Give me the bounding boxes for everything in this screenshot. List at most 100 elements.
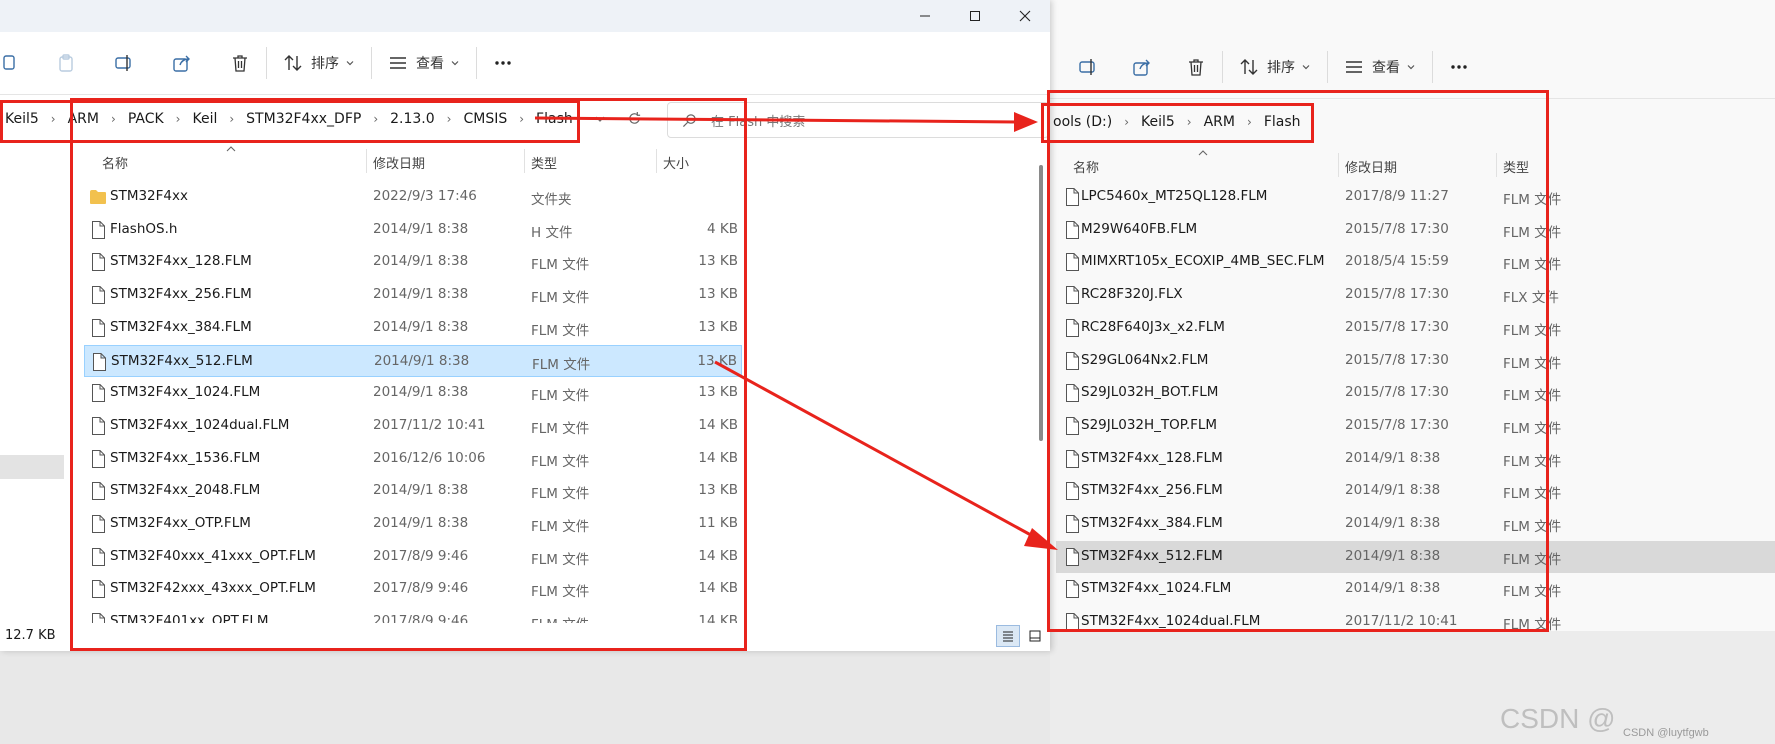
share-button[interactable] [1124, 49, 1160, 85]
view-button[interactable]: 查看 [380, 45, 468, 81]
address-bar[interactable]: Keil5 › ARM › PACK › Keil › STM32F4xx_DFP › 2.13.0… [2, 102, 576, 136]
file-icon [1066, 416, 1079, 435]
file-date: 2017/11/2 10:41 [1345, 613, 1458, 630]
breadcrumb-chevron-icon[interactable]: › [229, 112, 234, 126]
file-size: 14 KB [698, 547, 738, 564]
file-row[interactable]: STM32F401xx_OPT.FLM 2017/8/9 9:46 FLM 文件 14… [84, 606, 742, 623]
file-row[interactable]: STM32F4xx_1024.FLM 2014/9/1 8:38 FLM 文件 13 … [84, 377, 742, 409]
file-row[interactable]: STM32F4xx_1024.FLM 2014/9/1 8:38 FLM 文件 [1056, 573, 1775, 605]
file-row[interactable]: RC28F320J.FLX 2015/7/8 17:30 FLX 文件 [1056, 279, 1775, 311]
share-icon [173, 55, 190, 72]
column-header-type[interactable]: 类型 [531, 153, 557, 172]
file-row[interactable]: STM32F4xx_512.FLM 2014/9/1 8:38 FLM 文件 13 K… [84, 344, 742, 377]
file-name: RC28F640J3x_x2.FLM [1081, 318, 1225, 335]
breadcrumb-chevron-icon[interactable]: › [1124, 115, 1129, 129]
file-row[interactable]: STM32F4xx_1024dual.FLM 2017/11/2 10:41 FLM… [1056, 606, 1775, 631]
nav-pane-selected-item[interactable] [0, 455, 64, 479]
file-row[interactable]: STM32F4xx_256.FLM 2014/9/1 8:38 FLM 文件 13 K… [84, 279, 742, 311]
address-bar[interactable]: ools (D:) › Keil5 › ARM › Flash [1050, 105, 1304, 139]
file-row[interactable]: STM32F4xx_512.FLM 2014/9/1 8:38 FLM 文件 [1056, 540, 1775, 573]
file-row[interactable]: STM32F4xx_256.FLM 2014/9/1 8:38 FLM 文件 [1056, 475, 1775, 507]
breadcrumb-item[interactable]: Flash [533, 109, 576, 129]
breadcrumb-item[interactable]: Keil5 [2, 109, 42, 129]
file-name: S29GL064Nx2.FLM [1081, 351, 1209, 368]
breadcrumb-item[interactable]: CMSIS [460, 109, 510, 129]
tiles-view-button[interactable] [1024, 625, 1046, 647]
search-box[interactable]: 在 Flash 中搜索 [667, 102, 1049, 138]
view-button[interactable]: 查看 [1336, 49, 1424, 85]
file-row[interactable]: STM32F4xx_384.FLM 2014/9/1 8:38 FLM 文件 13 K… [84, 312, 742, 344]
refresh-icon[interactable] [627, 111, 642, 126]
file-size: 14 KB [698, 580, 738, 597]
breadcrumb-item[interactable]: STM32F4xx_DFP [243, 109, 364, 129]
breadcrumb-chevron-icon[interactable]: › [176, 112, 181, 126]
more-options-button[interactable] [1441, 49, 1477, 85]
breadcrumb-item[interactable]: Keil [189, 109, 220, 129]
breadcrumb-item[interactable]: ARM [65, 109, 102, 129]
file-row[interactable]: STM32F4xx_1536.FLM 2016/12/6 10:06 FLM 文件 1… [84, 443, 742, 475]
vertical-scrollbar[interactable] [1039, 165, 1043, 441]
breadcrumb-chevron-icon[interactable]: › [447, 112, 452, 126]
folder-icon [90, 190, 106, 204]
minimize-icon [920, 15, 930, 17]
sort-button[interactable]: 排序 [275, 45, 363, 81]
column-header-name[interactable]: 名称 [102, 153, 128, 172]
title-bar[interactable] [0, 0, 1050, 32]
file-row[interactable]: STM32F4xx_128.FLM 2014/9/1 8:38 FLM 文件 [1056, 443, 1775, 475]
file-row[interactable]: STM32F4xx_OTP.FLM 2014/9/1 8:38 FLM 文件 11 K… [84, 508, 742, 540]
column-header-type[interactable]: 类型 [1503, 157, 1529, 176]
file-row[interactable]: RC28F640J3x_x2.FLM 2015/7/8 17:30 FLM 文件 [1056, 312, 1775, 344]
column-header-date[interactable]: 修改日期 [373, 153, 425, 172]
breadcrumb-item[interactable]: ools (D:) [1050, 112, 1115, 132]
breadcrumb-chevron-icon[interactable]: › [1187, 115, 1192, 129]
file-row[interactable]: STM32F4xx_2048.FLM 2014/9/1 8:38 FLM 文件 13 … [84, 475, 742, 507]
address-history-chevron-icon[interactable] [594, 113, 606, 125]
breadcrumb-item[interactable]: Flash [1261, 112, 1304, 132]
column-header-size[interactable]: 大小 [663, 153, 689, 172]
file-name: STM32F4xx_1536.FLM [110, 449, 261, 466]
breadcrumb-item[interactable]: 2.13.0 [387, 109, 438, 129]
file-row[interactable]: STM32F4xx_1024dual.FLM 2017/11/2 10:41 FLM… [84, 410, 742, 442]
rename-button[interactable] [1070, 49, 1106, 85]
share-button[interactable] [164, 45, 200, 81]
breadcrumb-item[interactable]: Keil5 [1138, 112, 1178, 132]
rename-button[interactable] [106, 45, 142, 81]
paste-button[interactable] [48, 45, 84, 81]
file-row[interactable]: S29JL032H_TOP.FLM 2015/7/8 17:30 FLM 文件 [1056, 410, 1775, 442]
breadcrumb-chevron-icon[interactable]: › [1247, 115, 1252, 129]
file-row[interactable]: MIMXRT105x_ECOXIP_4MB_SEC.FLM 2018/5/4 15… [1056, 246, 1775, 278]
file-row[interactable]: STM32F42xxx_43xxx_OPT.FLM 2017/8/9 9:46 FL… [84, 573, 742, 605]
delete-button[interactable] [1178, 49, 1214, 85]
breadcrumb-item[interactable]: PACK [125, 109, 167, 129]
copy-button[interactable] [0, 45, 26, 81]
breadcrumb-chevron-icon[interactable]: › [51, 112, 56, 126]
column-divider [524, 149, 525, 173]
close-button[interactable] [1002, 0, 1048, 32]
file-row[interactable]: M29W640FB.FLM 2015/7/8 17:30 FLM 文件 [1056, 214, 1775, 246]
sort-button[interactable]: 排序 [1231, 49, 1319, 85]
file-row[interactable]: S29JL032H_BOT.FLM 2015/7/8 17:30 FLM 文件 [1056, 377, 1775, 409]
column-header-date[interactable]: 修改日期 [1345, 157, 1397, 176]
file-row[interactable]: S29GL064Nx2.FLM 2015/7/8 17:30 FLM 文件 [1056, 345, 1775, 377]
column-header-name[interactable]: 名称 [1073, 157, 1099, 176]
file-row[interactable]: STM32F4xx_128.FLM 2014/9/1 8:38 FLM 文件 13 K… [84, 246, 742, 278]
file-row[interactable]: STM32F40xxx_41xxx_OPT.FLM 2017/8/9 9:46 FL… [84, 541, 742, 573]
breadcrumb-chevron-icon[interactable]: › [373, 112, 378, 126]
more-options-button[interactable] [485, 45, 521, 81]
column-headers: 名称 修改日期 类型 大小 [84, 145, 744, 177]
rename-icon [1079, 59, 1095, 75]
details-view-button[interactable] [996, 625, 1020, 647]
minimize-button[interactable] [902, 0, 948, 32]
breadcrumb-item[interactable]: ARM [1201, 112, 1238, 132]
file-row[interactable]: STM32F4xx_384.FLM 2014/9/1 8:38 FLM 文件 [1056, 508, 1775, 540]
breadcrumb-chevron-icon[interactable]: › [519, 112, 524, 126]
delete-button[interactable] [222, 45, 258, 81]
file-date: 2017/11/2 10:41 [373, 416, 486, 433]
breadcrumb-chevron-icon[interactable]: › [111, 112, 116, 126]
file-type: FLM 文件 [1503, 355, 1562, 372]
file-row[interactable]: STM32F4xx 2022/9/3 17:46 文件夹 [84, 181, 742, 213]
file-date: 2015/7/8 17:30 [1345, 220, 1449, 237]
maximize-button[interactable] [952, 0, 998, 32]
file-row[interactable]: LPC5460x_MT25QL128.FLM 2017/8/9 11:27 FLM … [1056, 181, 1775, 213]
file-row[interactable]: FlashOS.h 2014/9/1 8:38 H 文件 4 KB [84, 214, 742, 246]
